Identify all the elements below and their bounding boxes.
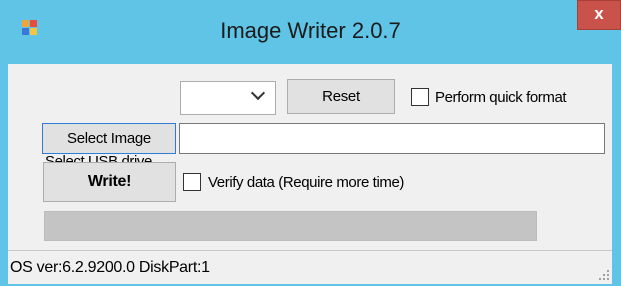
verify-data-label[interactable]: Verify data (Require more time) <box>208 174 404 191</box>
reset-button-label: Reset <box>322 88 360 105</box>
resize-grip-icon[interactable] <box>598 268 610 280</box>
app-window: Image Writer 2.0.7 x Select USB drive Re… <box>0 0 621 286</box>
title-bar[interactable]: Image Writer 2.0.7 x <box>0 0 621 64</box>
reset-button[interactable]: Reset <box>287 79 395 114</box>
select-image-button-label: Select Image <box>67 130 151 147</box>
write-button-label: Write! <box>87 173 132 190</box>
close-button[interactable]: x <box>577 0 621 30</box>
select-image-button[interactable]: Select Image <box>42 123 176 154</box>
main-panel: Select USB drive Reset Perform quick for… <box>8 64 612 250</box>
verify-data-checkbox[interactable] <box>183 173 201 191</box>
quick-format-checkbox[interactable] <box>411 88 429 106</box>
window-title: Image Writer 2.0.7 <box>220 18 401 43</box>
status-bar: OS ver:6.2.9200.0 DiskPart:1 <box>8 250 612 284</box>
status-text: OS ver:6.2.9200.0 DiskPart:1 <box>10 259 210 276</box>
write-progress-bar <box>44 211 537 241</box>
write-button[interactable]: Write! <box>43 162 176 202</box>
close-icon: x <box>594 4 604 23</box>
chevron-down-icon <box>250 85 266 101</box>
progress-fill <box>45 212 536 240</box>
usb-drive-select[interactable] <box>180 81 276 115</box>
image-path-input[interactable] <box>179 123 605 154</box>
quick-format-label[interactable]: Perform quick format <box>435 89 567 106</box>
